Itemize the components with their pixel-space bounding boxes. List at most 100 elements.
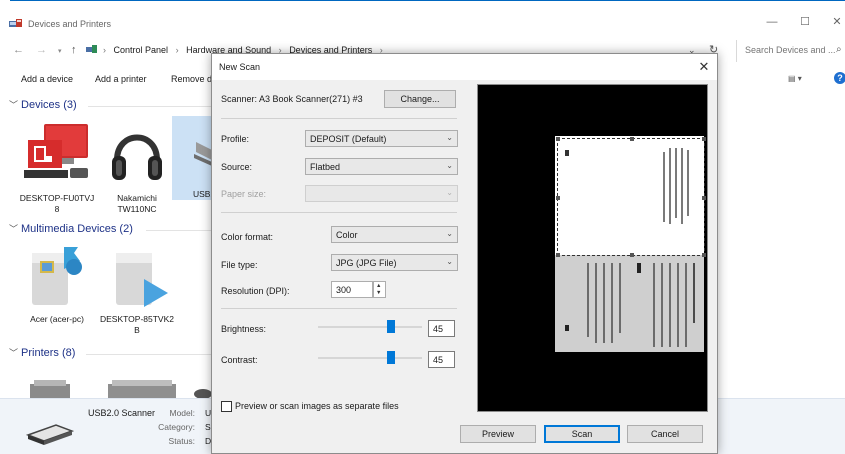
color-format-value: Color [336, 230, 358, 240]
device-label-line1: USB2 [193, 189, 216, 199]
brightness-slider-thumb[interactable] [387, 320, 395, 333]
profile-select[interactable]: DEPOSIT (Default) ⌄ [305, 130, 458, 147]
source-label: Source: [221, 162, 253, 172]
details-status-key: Status: [168, 436, 195, 446]
color-format-select[interactable]: Color ⌄ [331, 226, 458, 243]
resize-handle[interactable] [702, 253, 706, 257]
back-arrow-icon[interactable]: ← [13, 44, 24, 56]
section-divider [221, 212, 457, 213]
collapse-chevron-icon[interactable]: ﹀ [9, 224, 18, 234]
group-title-multimedia: Multimedia Devices (2) [21, 223, 133, 235]
resize-handle[interactable] [702, 137, 706, 141]
device-usb-scanner-selected[interactable]: USB2 [172, 116, 216, 200]
details-model-key: Model: [169, 408, 195, 418]
contrast-slider-track[interactable] [318, 357, 422, 359]
dialog-title: New Scan [219, 62, 261, 72]
group-title-printers: Printers (8) [21, 347, 76, 359]
section-divider [221, 308, 457, 309]
chevron-down-icon: ⌄ [446, 161, 453, 170]
media-server-icon [116, 253, 168, 307]
collapse-chevron-icon[interactable]: ﹀ [9, 100, 18, 110]
section-divider [221, 118, 457, 119]
collapse-chevron-icon[interactable]: ﹀ [9, 348, 18, 358]
brightness-input[interactable]: 45 [428, 320, 455, 337]
scanner-icon [194, 142, 212, 166]
resolution-spinner[interactable]: ▲ ▼ [373, 281, 386, 298]
dialog-close-icon[interactable]: ✕ [696, 59, 712, 75]
help-icon[interactable]: ? [834, 72, 845, 84]
minimize-button[interactable]: — [764, 14, 780, 30]
color-format-label: Color format: [221, 232, 274, 242]
search-icon[interactable]: ⌕ [836, 44, 842, 55]
dialog-titlebar: New Scan ✕ [212, 54, 717, 80]
device-desktop-fu0tvj[interactable]: DESKTOP-FU0TVJ 8 [17, 122, 97, 215]
change-view-icon[interactable]: ▤ ▾ [788, 74, 806, 84]
window-titlebar: Devices and Printers — ☐ ✕ [0, 0, 845, 36]
scanned-page-lower [555, 255, 704, 352]
details-category-key: Category: [158, 422, 195, 432]
forward-arrow-icon[interactable]: → [36, 44, 47, 56]
search-input[interactable] [745, 45, 837, 55]
separate-files-checkbox[interactable] [221, 401, 232, 412]
up-arrow-icon[interactable]: ↑ [71, 44, 77, 56]
headphones-icon [112, 134, 162, 180]
group-divider [146, 230, 212, 231]
device-label-line1: Acer (acer-pc) [30, 314, 84, 324]
spin-down-icon[interactable]: ▼ [376, 290, 381, 296]
group-title-devices: Devices (3) [21, 99, 77, 111]
contrast-input[interactable]: 45 [428, 351, 455, 368]
spin-up-icon[interactable]: ▲ [376, 283, 381, 289]
file-type-label: File type: [221, 260, 258, 270]
add-device-button[interactable]: Add a device [21, 74, 73, 84]
brightness-label: Brightness: [221, 324, 267, 334]
group-header-multimedia[interactable]: ﹀ Multimedia Devices (2) [9, 222, 133, 235]
group-divider [86, 354, 212, 355]
chevron-down-icon: ⌄ [446, 229, 453, 238]
resize-handle[interactable] [630, 137, 634, 141]
paper-size-label: Paper size: [221, 189, 267, 199]
resize-handle[interactable] [556, 196, 560, 200]
resize-handle[interactable] [630, 253, 634, 257]
source-select[interactable]: Flatbed ⌄ [305, 158, 458, 175]
profile-label: Profile: [221, 134, 250, 144]
maximize-button[interactable]: ☐ [797, 14, 813, 30]
device-acer-media[interactable]: Acer (acer-pc) [17, 243, 97, 325]
preview-button[interactable]: Preview [460, 425, 536, 443]
resolution-label: Resolution (DPI): [221, 286, 290, 296]
scan-button[interactable]: Scan [544, 425, 620, 443]
scan-region-selection[interactable] [556, 137, 706, 257]
device-label-line1: Nakamichi [117, 193, 157, 203]
change-scanner-button[interactable]: Change... [384, 90, 456, 108]
device-label-line2: 8 [54, 204, 60, 214]
profile-value: DEPOSIT (Default) [310, 134, 387, 144]
group-header-printers[interactable]: ﹀ Printers (8) [9, 346, 75, 359]
breadcrumb-control-panel[interactable]: Control Panel [114, 45, 169, 55]
computer-icon [24, 124, 88, 178]
cancel-button[interactable]: Cancel [627, 425, 703, 443]
search-box[interactable]: ⌕ [736, 40, 845, 62]
details-category-value: S [205, 422, 211, 432]
device-nakamichi-headphones[interactable]: Nakamichi TW110NC [97, 122, 177, 215]
devices-and-printers-icon [9, 19, 22, 27]
resize-handle[interactable] [556, 137, 560, 141]
contrast-slider-thumb[interactable] [387, 351, 395, 364]
printer-icon[interactable] [108, 380, 178, 398]
recent-locations-chevron-icon[interactable]: ▾ [58, 47, 62, 55]
printer-icon[interactable] [28, 378, 72, 398]
control-panel-icon [86, 45, 97, 53]
resize-handle[interactable] [556, 253, 560, 257]
scan-preview-pane[interactable] [477, 84, 708, 412]
device-desktop-85tvk2[interactable]: DESKTOP-85TVK2 B [97, 243, 177, 336]
file-type-select[interactable]: JPG (JPG File) ⌄ [331, 254, 458, 271]
separate-files-label[interactable]: Preview or scan images as separate files [235, 401, 399, 411]
resolution-input[interactable]: 300 [331, 281, 373, 298]
remove-device-button[interactable]: Remove d [171, 74, 212, 84]
brightness-slider-track[interactable] [318, 326, 422, 328]
group-header-devices[interactable]: ﹀ Devices (3) [9, 98, 77, 111]
resize-handle[interactable] [702, 196, 706, 200]
close-window-button[interactable]: ✕ [829, 14, 845, 30]
new-scan-dialog: New Scan ✕ Scanner: A3 Book Scanner(271)… [211, 53, 718, 454]
add-printer-button[interactable]: Add a printer [95, 74, 147, 84]
printer-icon[interactable] [194, 386, 212, 398]
device-label-line2: TW110NC [117, 204, 157, 214]
